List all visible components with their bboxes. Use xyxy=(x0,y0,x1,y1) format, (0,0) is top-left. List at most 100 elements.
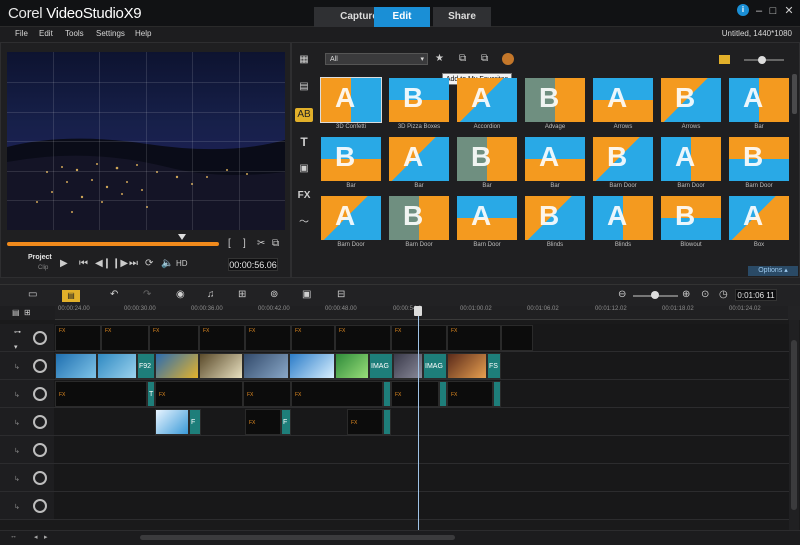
timeline-clip[interactable]: FX xyxy=(245,409,281,435)
hd-toggle[interactable]: HD xyxy=(176,259,188,268)
transition-thumbnail[interactable]: B xyxy=(729,137,789,181)
link-icon[interactable]: ↳ xyxy=(14,475,20,483)
transition-thumbnail[interactable]: A xyxy=(729,78,789,122)
tab-edit[interactable]: Edit xyxy=(374,7,430,27)
timeline-clip[interactable]: FX xyxy=(55,381,147,407)
timeline-clip[interactable]: T xyxy=(147,381,155,407)
play-icon[interactable]: ▶ xyxy=(60,258,68,269)
timeline-clip[interactable] xyxy=(243,353,289,379)
media-icon[interactable]: ▦ xyxy=(295,53,313,67)
timeline-clip[interactable]: FX xyxy=(149,325,199,351)
film-reel-icon[interactable] xyxy=(33,387,47,401)
undo-icon[interactable]: ↶ xyxy=(110,289,118,300)
gallery-scrollbar[interactable] xyxy=(792,74,797,114)
timeline-clip[interactable] xyxy=(493,381,501,407)
menu-settings[interactable]: Settings xyxy=(96,29,125,38)
playhead-line[interactable] xyxy=(418,306,419,530)
mode-clip[interactable]: Clip xyxy=(38,265,48,271)
menu-edit[interactable]: Edit xyxy=(39,29,53,38)
playhead-handle[interactable] xyxy=(414,306,422,316)
timeline-clip[interactable]: FX xyxy=(101,325,149,351)
timeline-clip[interactable]: FX xyxy=(347,409,383,435)
film-reel-icon[interactable] xyxy=(33,415,47,429)
menu-tools[interactable]: Tools xyxy=(65,29,84,38)
split-screen-icon[interactable]: ⊟ xyxy=(337,289,345,300)
link-icon[interactable]: ↳ xyxy=(14,363,20,371)
transition-thumbnail[interactable]: B xyxy=(389,78,449,122)
timeline-clip[interactable]: F xyxy=(281,409,291,435)
overlay-track[interactable] xyxy=(54,492,789,520)
timeline-clip[interactable] xyxy=(501,325,533,351)
link-icon[interactable]: ↳ xyxy=(14,503,20,511)
timeline-clip[interactable] xyxy=(383,409,391,435)
track-manager-icon[interactable]: ▤ xyxy=(12,308,20,317)
transition-thumbnail[interactable]: B xyxy=(389,196,449,240)
apply-current-icon[interactable]: ⧉ xyxy=(481,53,488,64)
view-thumbnail-icon[interactable] xyxy=(719,55,730,64)
timeline-clip[interactable]: FX xyxy=(55,325,101,351)
gallery-filter-dropdown[interactable]: All ▾ xyxy=(325,53,428,65)
timeline-clip[interactable]: FS xyxy=(487,353,501,379)
title-icon[interactable]: T xyxy=(295,135,313,149)
transition-thumbnail[interactable]: B xyxy=(593,137,653,181)
motion-tracking-icon[interactable]: ⊞ xyxy=(238,289,246,300)
film-reel-icon[interactable] xyxy=(33,359,47,373)
add-favorites-icon[interactable]: ★ xyxy=(435,53,444,64)
mark-out-icon[interactable]: ] xyxy=(243,238,246,249)
info-icon[interactable]: i xyxy=(737,4,749,16)
link-icon[interactable]: ↳ xyxy=(14,447,20,455)
timeline-clip[interactable]: F xyxy=(189,409,201,435)
zoom-knob[interactable] xyxy=(651,291,659,299)
next-frame-icon[interactable]: ❙▶ xyxy=(112,258,128,269)
timeline-clip[interactable] xyxy=(155,353,199,379)
filter-icon[interactable]: FX xyxy=(295,189,313,203)
film-reel-icon[interactable] xyxy=(33,471,47,485)
options-button[interactable]: Options ▴ xyxy=(748,266,798,276)
transition-thumbnail[interactable]: A xyxy=(389,137,449,181)
minimize-icon[interactable]: – xyxy=(752,4,766,18)
timeline-clip[interactable]: F92 xyxy=(137,353,155,379)
timeline-clip[interactable] xyxy=(335,353,369,379)
transition-thumbnail[interactable]: B xyxy=(457,137,517,181)
record-capture-icon[interactable]: ◉ xyxy=(176,289,185,300)
scroll-left-icon[interactable]: ◂ xyxy=(34,533,38,541)
scrubber-bar[interactable] xyxy=(7,242,219,246)
get-more-icon[interactable] xyxy=(502,53,514,65)
film-reel-icon[interactable] xyxy=(33,443,47,457)
mark-in-icon[interactable]: [ xyxy=(228,238,231,249)
film-reel-icon[interactable] xyxy=(33,331,47,345)
collapse-icon[interactable]: ▾ xyxy=(14,343,18,351)
menu-file[interactable]: File xyxy=(15,29,28,38)
overlay-track[interactable] xyxy=(54,436,789,464)
scrubber-handle[interactable] xyxy=(178,234,186,240)
volume-icon[interactable]: 🔈 xyxy=(161,258,173,269)
link-icon[interactable]: ↳ xyxy=(14,419,20,427)
subtitle-icon[interactable]: ⊚ xyxy=(270,289,278,300)
instant-project-icon[interactable]: ▤ xyxy=(295,80,313,94)
transition-thumbnail[interactable]: B xyxy=(661,196,721,240)
preview-window[interactable] xyxy=(7,52,285,230)
timeline-clip[interactable]: IMAG xyxy=(423,353,447,379)
player-timecode[interactable]: 00:00:56.06 xyxy=(228,258,278,271)
timeline-clip[interactable]: FX xyxy=(335,325,391,351)
transition-thumbnail[interactable]: B xyxy=(525,78,585,122)
multi-camera-icon[interactable]: ▣ xyxy=(302,289,311,300)
timeline-clip[interactable]: FX xyxy=(447,325,501,351)
thumbnail-size-knob[interactable] xyxy=(758,56,766,64)
home-icon[interactable]: ⏮ xyxy=(79,258,88,269)
timeline-clip[interactable] xyxy=(439,381,447,407)
lock-track-icon[interactable]: ⊶ xyxy=(14,328,21,336)
timeline-clip[interactable] xyxy=(289,353,335,379)
timeline-clip[interactable] xyxy=(55,353,97,379)
transition-thumbnail[interactable]: A xyxy=(320,77,382,123)
horizontal-scroll-thumb[interactable] xyxy=(140,535,455,540)
transition-thumbnail[interactable]: B xyxy=(321,137,381,181)
vertical-scroll-thumb[interactable] xyxy=(791,340,797,510)
timeline-clip[interactable]: FX xyxy=(291,381,383,407)
graphic-icon[interactable]: ▣ xyxy=(295,162,313,176)
split-clip-icon[interactable]: ✂ xyxy=(257,238,265,249)
project-duration-icon[interactable]: ◷ xyxy=(719,289,728,300)
transition-thumbnail[interactable]: A xyxy=(321,196,381,240)
enlarge-icon[interactable]: ⧉ xyxy=(272,238,279,249)
timeline-clip[interactable]: IMAG xyxy=(369,353,393,379)
